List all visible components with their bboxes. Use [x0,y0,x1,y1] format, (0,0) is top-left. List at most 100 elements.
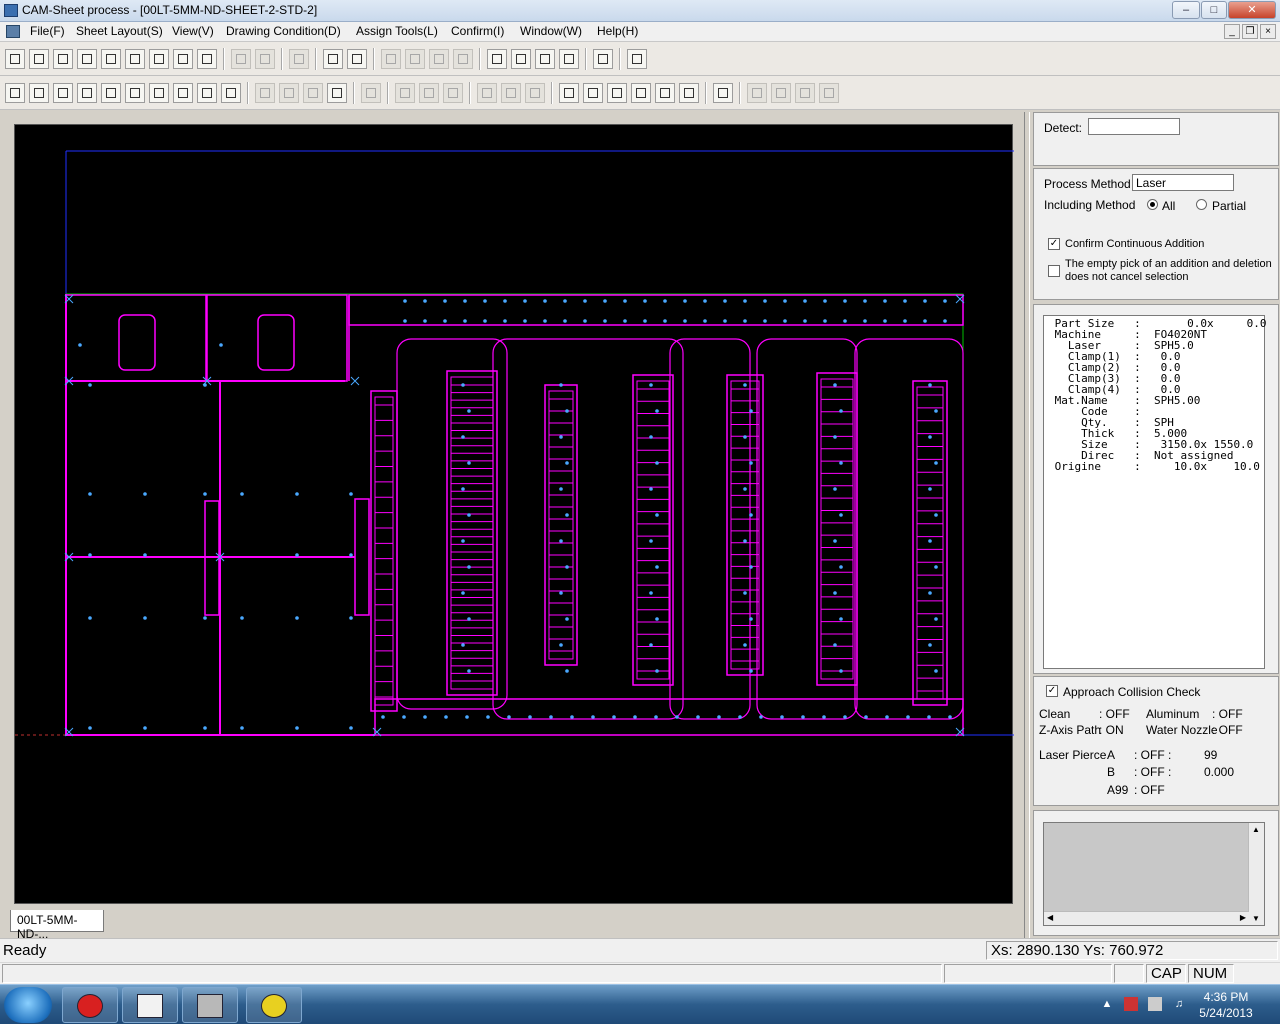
nc-output-icon[interactable] [627,49,647,69]
zoom-area-icon[interactable] [29,83,49,103]
drawing-canvas[interactable] [14,124,1014,905]
scroll-down-icon[interactable]: ▼ [1252,914,1260,923]
nest-icon[interactable] [53,49,73,69]
scroll-up-icon[interactable]: ▲ [1252,825,1260,834]
menu-file[interactable]: File(F) [30,24,65,38]
scroll-right-icon[interactable]: ▶ [1240,913,1246,922]
run-icon[interactable] [323,49,343,69]
menu-sheet-layout[interactable]: Sheet Layout(S) [76,24,163,38]
document-tab[interactable]: 00LT-5MM-ND-... [10,910,104,941]
doc-close-button[interactable]: × [1260,24,1276,39]
info3-icon[interactable] [535,49,555,69]
view-cascade-icon[interactable] [221,83,241,103]
tool-g-icon[interactable] [419,83,439,103]
select3-icon[interactable] [607,83,627,103]
array1-icon[interactable] [747,83,767,103]
copy-sheet-icon[interactable] [125,49,145,69]
close-button[interactable]: ✕ [1228,1,1276,19]
taskbar-app-3[interactable] [182,987,238,1023]
menu-window[interactable]: Window(W) [520,24,582,38]
taskbar-app-2[interactable] [122,987,178,1023]
select2-icon[interactable] [583,83,603,103]
tool-a-icon[interactable] [255,83,275,103]
sheet-edit-icon[interactable] [173,49,193,69]
zoom-part-icon[interactable] [149,83,169,103]
radio-all-label[interactable]: All [1162,199,1175,213]
open-icon[interactable] [29,49,49,69]
menu-view[interactable]: View(V) [172,24,214,38]
print-icon[interactable] [289,49,309,69]
radio-partial-label[interactable]: Partial [1212,199,1246,213]
scroll-left-icon[interactable]: ◀ [1047,913,1053,922]
tray-flag-icon[interactable] [1124,997,1138,1011]
doc-minimize-button[interactable]: _ [1224,24,1240,39]
clock-date[interactable]: 5/24/2013 [1196,1006,1256,1020]
approach-collision-label[interactable]: Approach Collision Check [1063,685,1200,699]
auto2-icon[interactable] [405,49,425,69]
delete-icon[interactable] [679,83,699,103]
grid-icon[interactable] [347,49,367,69]
zoom-window-icon[interactable] [53,83,73,103]
approach-collision-checkbox[interactable]: ✓ [1046,685,1058,697]
process-method-field[interactable]: Laser [1132,174,1234,191]
auto3-icon[interactable] [429,49,449,69]
minimize-button[interactable]: – [1172,1,1200,19]
auto4-icon[interactable] [453,49,473,69]
tool-h-icon[interactable] [443,83,463,103]
start-button[interactable] [4,987,52,1023]
tool-e-icon[interactable] [361,83,381,103]
menu-drawing-condition[interactable]: Drawing Condition(D) [226,24,341,38]
info2-icon[interactable] [511,49,531,69]
tray-network-icon[interactable] [1148,997,1162,1011]
select1-icon[interactable] [559,83,579,103]
fit-window-icon[interactable] [5,83,25,103]
undo-icon[interactable] [231,49,251,69]
spec-icon[interactable] [197,49,217,69]
splitter[interactable] [1024,112,1030,938]
doc-restore-button[interactable]: ❐ [1242,24,1258,39]
empty-pick-label-2[interactable]: does not cancel selection [1065,271,1189,283]
view-split-v-icon[interactable] [173,83,193,103]
confirm-addition-label[interactable]: Confirm Continuous Addition [1065,238,1204,250]
tool-b-icon[interactable] [279,83,299,103]
save-icon[interactable] [101,49,121,69]
array2-icon[interactable] [771,83,791,103]
maximize-button[interactable]: □ [1201,1,1227,19]
array3-icon[interactable] [795,83,815,103]
settings-sheet-icon[interactable] [149,49,169,69]
array4-icon[interactable] [819,83,839,103]
info4-icon[interactable] [559,49,579,69]
clock-time[interactable]: 4:36 PM [1196,990,1256,1004]
select4-icon[interactable] [631,83,651,103]
detect-input[interactable] [1088,118,1180,135]
menu-help[interactable]: Help(H) [597,24,638,38]
sort-icon[interactable] [713,83,733,103]
taskbar-app-4[interactable] [246,987,302,1023]
confirm-addition-checkbox[interactable]: ✓ [1048,238,1060,250]
taskbar-app-1[interactable] [62,987,118,1023]
radio-all[interactable] [1147,199,1158,210]
save-folder-icon[interactable] [77,49,97,69]
tool-j-icon[interactable] [501,83,521,103]
preview-vscrollbar[interactable]: ▲ ▼ [1248,823,1264,925]
info1-icon[interactable] [487,49,507,69]
redo-icon[interactable] [255,49,275,69]
empty-pick-label-1[interactable]: The empty pick of an addition and deleti… [1065,258,1272,270]
tool-i-icon[interactable] [477,83,497,103]
auto1-icon[interactable] [381,49,401,69]
tray-volume-icon[interactable]: ♫ [1172,997,1186,1011]
menu-assign-tools[interactable]: Assign Tools(L) [356,24,438,38]
select5-icon[interactable] [655,83,675,103]
cad-drawing[interactable] [15,125,1014,905]
menu-confirm[interactable]: Confirm(I) [451,24,504,38]
tool-k-icon[interactable] [525,83,545,103]
radio-partial[interactable] [1196,199,1207,210]
whatsthis-help-icon[interactable] [593,49,613,69]
tool-f-icon[interactable] [395,83,415,103]
new-icon[interactable] [5,49,25,69]
preview-hscrollbar[interactable]: ◀ ▶ [1044,911,1249,925]
empty-pick-checkbox[interactable] [1048,265,1060,277]
tray-expand-icon[interactable]: ▲ [1100,997,1114,1011]
tool-d-icon[interactable] [327,83,347,103]
zoom-out-icon[interactable] [101,83,121,103]
